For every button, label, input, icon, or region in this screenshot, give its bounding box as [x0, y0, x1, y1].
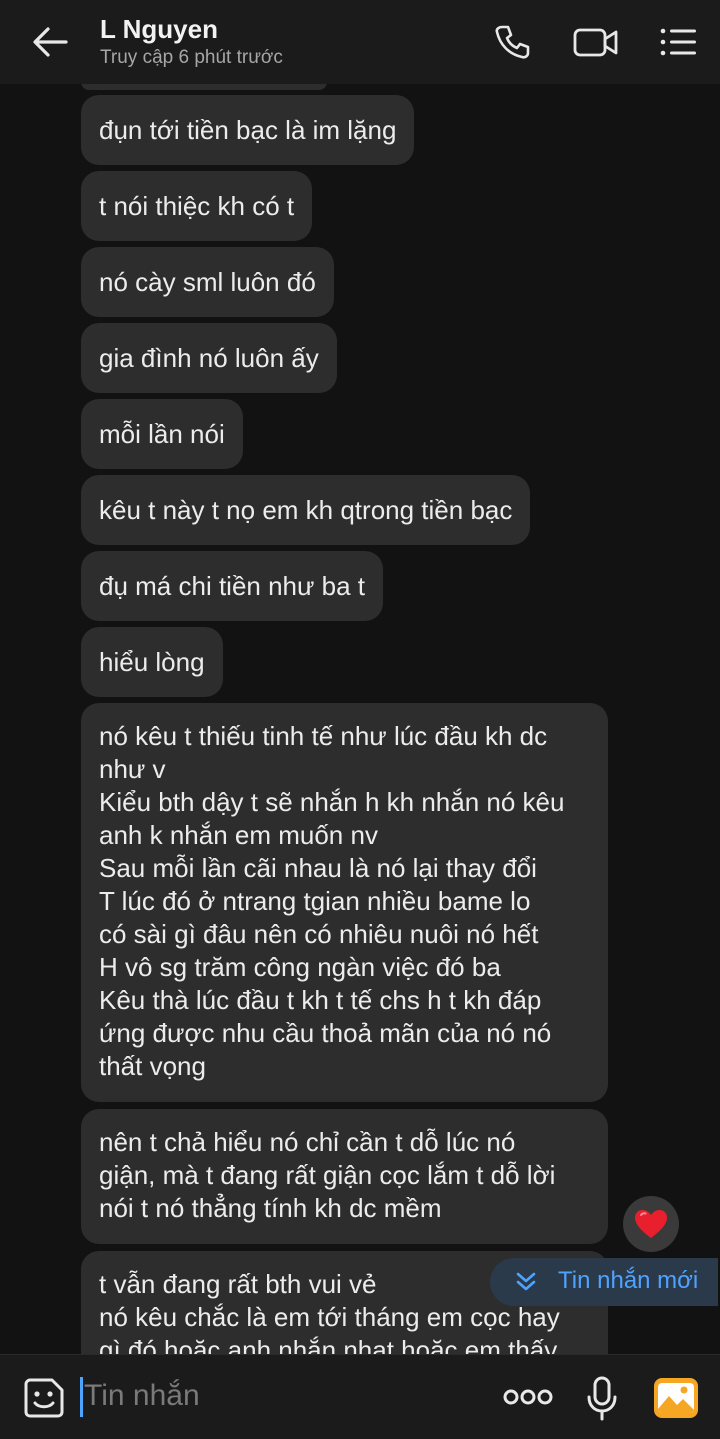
message-text: nó cày sml luôn đó — [99, 267, 316, 297]
new-message-button[interactable]: Tin nhắn mới — [490, 1258, 718, 1306]
message-bubble-clipped[interactable] — [81, 84, 327, 90]
message-text: gia đình nó luôn ấy — [99, 343, 319, 373]
message-line: nên t chả hiểu nó chỉ cần t dỗ lúc nó — [99, 1127, 516, 1157]
message-line: nói t nó thẳng tính kh dc mềm — [99, 1193, 442, 1223]
message-bubble[interactable]: gia đình nó luôn ấy — [81, 323, 337, 393]
heart-reaction[interactable] — [623, 1196, 679, 1252]
message-line: nó kêu t thiếu tinh tế như lúc đầu kh dc — [99, 721, 548, 751]
message-bubble[interactable]: đụn tới tiền bạc là im lặng — [81, 95, 415, 165]
message-text: kêu t này t nọ em kh qtrong tiền bạc — [99, 495, 513, 525]
message-composer: Tin nhắn — [0, 1354, 720, 1439]
message-bubble[interactable]: nó cày sml luôn đó — [81, 247, 334, 317]
contact-name[interactable]: L Nguyen — [100, 14, 218, 45]
gallery-icon[interactable] — [653, 1377, 699, 1419]
message-line: Kiểu bth dậy t sẽ nhắn h kh nhắn nó kêu — [99, 787, 565, 817]
message-line: gì đó hoặc anh nhắn nhạt hoặc em thấy — [99, 1335, 558, 1354]
double-chevron-down-icon — [516, 1272, 536, 1291]
message-bubble[interactable]: kêu t này t nọ em kh qtrong tiền bạc — [81, 475, 531, 545]
message-line: ứng được nhu cầu thoả mãn của nó nó — [99, 1018, 552, 1048]
message-line: Kêu thà lúc đầu t kh t tế chs h t kh đáp — [99, 985, 542, 1015]
message-line: Sau mỗi lần cãi nhau là nó lại thay đổi — [99, 853, 537, 883]
message-list[interactable]: đụn tới tiền bạc là im lặng t nói thiệc … — [0, 84, 720, 1354]
new-message-label: Tin nhắn mới — [558, 1267, 699, 1294]
message-bubble[interactable]: mỗi lần nói — [81, 399, 243, 469]
heart-icon — [635, 1210, 667, 1238]
message-line: như v — [99, 754, 166, 784]
last-seen-status: Truy cập 6 phút trước — [100, 47, 283, 68]
message-bubble[interactable]: t nói thiệc kh có t — [81, 171, 313, 241]
text-caret — [80, 1377, 83, 1417]
message-text: mỗi lần nói — [99, 419, 225, 449]
message-text: đụ má chi tiền như ba t — [99, 571, 366, 601]
chat-header: L Nguyen Truy cập 6 phút trước — [0, 0, 720, 84]
message-line: thất vọng — [99, 1051, 206, 1081]
message-line: H vô sg trăm công ngàn việc đó ba — [99, 952, 501, 982]
message-bubble[interactable]: nên t chả hiểu nó chỉ cần t dỗ lúc nó gi… — [81, 1109, 608, 1244]
microphone-icon[interactable] — [586, 1376, 618, 1422]
phone-icon[interactable] — [492, 22, 532, 62]
more-dots-icon[interactable] — [503, 1385, 553, 1409]
message-line: giận, mà t đang rất giận cọc lắm t dỗ lờ… — [99, 1160, 556, 1190]
message-input[interactable]: Tin nhắn — [84, 1379, 200, 1413]
message-line: anh k nhắn em muốn nv — [99, 820, 378, 850]
back-arrow-icon[interactable] — [30, 24, 70, 60]
message-text: hiểu lòng — [99, 647, 205, 677]
menu-list-icon[interactable] — [658, 22, 698, 62]
message-text: t nói thiệc kh có t — [99, 191, 295, 221]
message-text: đụn tới tiền bạc là im lặng — [99, 115, 397, 145]
message-line: có sài gì đâu nên có nhiêu nuôi nó hết — [99, 919, 539, 949]
video-call-icon[interactable] — [573, 22, 619, 62]
message-bubble[interactable]: đụ má chi tiền như ba t — [81, 551, 384, 621]
message-bubble[interactable]: hiểu lòng — [81, 627, 223, 697]
message-line: T lúc đó ở ntrang tgian nhiều bame lo — [99, 886, 531, 916]
message-bubble[interactable]: nó kêu t thiếu tinh tế như lúc đầu kh dc… — [81, 703, 608, 1102]
sticker-icon[interactable] — [22, 1376, 66, 1420]
